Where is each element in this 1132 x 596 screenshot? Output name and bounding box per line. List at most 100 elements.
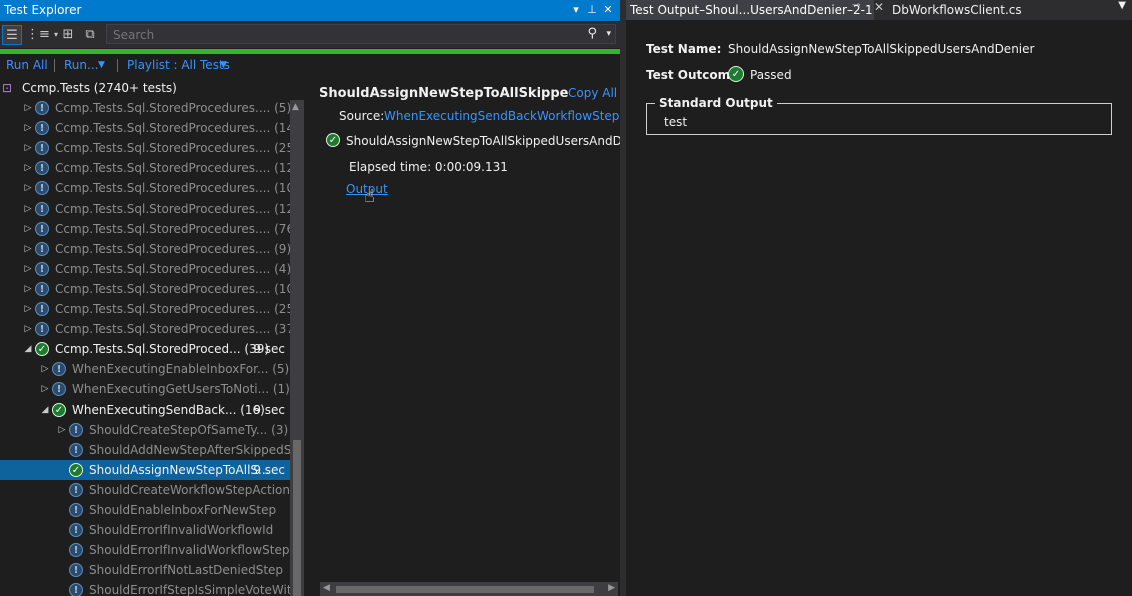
tree-row[interactable]: ▷! WhenExecutingGetUsersToNoti... (1) — [0, 379, 290, 399]
not-run-icon: ! — [69, 442, 83, 457]
tree-row[interactable]: ◢ ✓ Ccmp.Tests.Sql.StoredProced... (39) 9 s… — [0, 339, 290, 359]
tree-row[interactable]: ✓ ShouldAssignNewStepToAllS... 9 sec — [0, 459, 290, 480]
expand-icon[interactable]: ▷ — [22, 178, 34, 198]
expand-icon[interactable]: ▷ — [22, 158, 34, 178]
expand-icon[interactable]: ▷ — [22, 299, 34, 319]
window-dropdown-icon[interactable]: ▾ — [568, 2, 584, 18]
search-input[interactable] — [111, 26, 585, 44]
tree-root[interactable]: ⊡ Ccmp.Tests (2740+ tests) — [0, 78, 290, 98]
not-run-icon: ! — [35, 281, 49, 296]
tree-row-label: Ccmp.Tests.Sql.StoredProcedures.... (14) — [55, 121, 299, 136]
test-explorer-titlebar: Test Explorer ▾ ⊥ ✕ — [0, 0, 620, 21]
scroll-up-icon[interactable]: ▲ — [292, 102, 299, 112]
scroll-thumb[interactable] — [293, 440, 301, 596]
expand-icon[interactable]: ▷ — [22, 138, 34, 158]
run-dropdown-icon[interactable]: ▼ — [98, 60, 105, 70]
tree-row[interactable]: ! ShouldCreateWorkflowStepAction — [0, 480, 290, 500]
standard-output-label: Standard Output — [655, 96, 777, 110]
tree-row[interactable]: ▷! ShouldCreateStepOfSameTy... (3) — [0, 420, 290, 440]
close-icon[interactable]: ✕ — [874, 0, 884, 14]
search-icon[interactable]: ⚲ — [587, 26, 597, 41]
expand-icon[interactable]: ▷ — [22, 259, 34, 279]
tree-row[interactable]: ▷! Ccmp.Tests.Sql.StoredProcedures.... (1… — [0, 199, 299, 219]
tree-row-label: Ccmp.Tests.Sql.StoredProced... (39) — [55, 342, 270, 357]
pin-icon[interactable]: ⊸ — [852, 0, 860, 11]
collapse-all-icon[interactable]: ⧉ — [80, 25, 100, 45]
not-run-icon: ! — [69, 503, 83, 517]
playlist-dropdown-icon[interactable]: ▼ — [220, 60, 227, 70]
expand-icon[interactable]: ▷ — [22, 219, 34, 239]
collapse-icon[interactable]: ◢ — [39, 400, 51, 420]
tree-row[interactable]: ! ShouldErrorIfInvalidWorkflowId — [0, 520, 290, 540]
test-output-panel: Test Output–Shoul...UsersAndDenier–2-1 ⊸… — [626, 0, 1132, 596]
copy-all-link[interactable]: Copy All — [568, 86, 618, 100]
tree-row[interactable]: ▷! Ccmp.Tests.Sql.StoredProcedures.... (2… — [0, 299, 299, 319]
collapse-icon[interactable]: ◢ — [22, 339, 34, 359]
tree-row-label: Ccmp.Tests.Sql.StoredProcedures.... (76) — [55, 221, 299, 236]
tree-row-label: Ccmp.Tests.Sql.StoredProcedures.... (37) — [55, 322, 299, 337]
expand-icon[interactable]: ▷ — [22, 279, 34, 299]
playlist-dropdown-link[interactable]: Playlist : All Tests — [127, 58, 230, 72]
tree-row-label: ShouldCreateStepOfSameTy... (3) — [89, 422, 289, 437]
tree-row[interactable]: ◢ ✓ WhenExecutingSendBack... (16) 9 sec — [0, 400, 290, 420]
tree-row-label: Ccmp.Tests.Sql.StoredProcedures.... (9) — [55, 241, 292, 256]
tree-row[interactable]: ! ShouldErrorIfInvalidWorkflowStepId — [0, 540, 301, 560]
passed-icon: ✓ — [69, 462, 83, 477]
expand-icon[interactable]: ▷ — [39, 359, 51, 379]
standard-output-box: Standard Output test — [646, 96, 1112, 135]
tree-row[interactable]: ! ShouldAddNewStepAfterSkippedS... — [0, 440, 303, 460]
tree-row[interactable]: ▷! Ccmp.Tests.Sql.StoredProcedures.... (3… — [0, 319, 299, 339]
tab-db-workflows-client-label: DbWorkflowsClient.cs — [892, 3, 1022, 17]
tab-test-output[interactable]: Test Output–Shoul...UsersAndDenier–2-1 — [626, 0, 874, 20]
expand-icon[interactable]: ▷ — [22, 319, 34, 339]
run-all-link[interactable]: Run All — [6, 58, 48, 72]
tree-row-label: Ccmp.Tests.Sql.StoredProcedures.... (10) — [55, 281, 299, 296]
test-progress-bar — [0, 49, 620, 54]
source-link[interactable]: WhenExecutingSendBackWorkflowStep.cs lin… — [384, 109, 620, 123]
expand-icon[interactable]: ▷ — [22, 199, 34, 219]
expand-icon[interactable]: ▷ — [22, 98, 34, 118]
test-explorer-panel: Test Explorer ▾ ⊥ ✕ ☰ ⋮≡ ▾ ⊞ ⧉ ⚲ ▾ Run A… — [0, 0, 620, 596]
tree-row[interactable]: ▷! Ccmp.Tests.Sql.StoredProcedures.... (7… — [0, 219, 299, 239]
not-run-icon: ! — [69, 482, 83, 497]
group-by-icon[interactable]: ⋮≡ — [26, 25, 50, 45]
expand-icon[interactable]: ▷ — [56, 420, 68, 440]
not-run-icon: ! — [35, 181, 49, 196]
tree-row[interactable]: ▷! Ccmp.Tests.Sql.StoredProcedures.... (1… — [0, 279, 299, 299]
close-icon[interactable]: ✕ — [600, 2, 616, 18]
tree-row[interactable]: ▷! Ccmp.Tests.Sql.StoredProcedures.... (4… — [0, 259, 291, 279]
search-options-dropdown-icon[interactable]: ▾ — [606, 29, 611, 39]
hierarchy-view-icon[interactable]: ☰ — [2, 25, 22, 45]
tree-row[interactable]: ▷! Ccmp.Tests.Sql.StoredProcedures.... (1… — [0, 178, 299, 198]
expand-icon[interactable]: ▷ — [22, 118, 34, 138]
expand-icon[interactable]: ▷ — [39, 379, 51, 399]
tab-list-dropdown-icon[interactable]: ▼ — [1118, 0, 1126, 11]
not-run-icon: ! — [35, 302, 49, 316]
not-run-icon: ! — [35, 261, 49, 276]
not-run-icon: ! — [52, 382, 66, 397]
tree-row[interactable]: ! ShouldErrorIfStepIsSimpleVoteWit... — [0, 580, 303, 596]
tree-row[interactable]: ▷! Ccmp.Tests.Sql.StoredProcedures.... (1… — [0, 118, 299, 138]
search-box[interactable]: ⚲ ▾ — [106, 24, 616, 44]
tab-db-workflows-client[interactable]: DbWorkflowsClient.cs — [888, 0, 1026, 20]
tree-row[interactable]: ▷! WhenExecutingEnableInboxFor... (5) — [0, 359, 290, 379]
scroll-left-icon[interactable]: ◀ — [323, 583, 330, 593]
scroll-right-icon[interactable]: ▶ — [608, 583, 615, 593]
tree-row[interactable]: ▷! Ccmp.Tests.Sql.StoredProcedures.... (1… — [0, 158, 299, 178]
test-name-value: ShouldAssignNewStepToAllSkippedUsersAndD… — [728, 42, 1035, 56]
tree-row[interactable]: ! ShouldErrorIfNotLastDeniedStep — [0, 560, 290, 580]
detail-horizontal-scrollbar[interactable]: ◀ ▶ — [320, 582, 618, 596]
scroll-thumb[interactable] — [336, 586, 594, 593]
tree-row[interactable]: ! ShouldEnableInboxForNewStep — [0, 500, 290, 520]
run-dropdown-link[interactable]: Run... — [64, 58, 98, 72]
test-tree: ⊡ Ccmp.Tests (2740+ tests) ▷! Ccmp.Tests.… — [0, 78, 306, 596]
tree-row[interactable]: ▷! Ccmp.Tests.Sql.StoredProcedures.... (2… — [0, 138, 299, 158]
tree-row[interactable]: ▷! Ccmp.Tests.Sql.StoredProcedures.... (5… — [0, 98, 291, 118]
tree-row[interactable]: ▷! Ccmp.Tests.Sql.StoredProcedures.... (9… — [0, 239, 292, 259]
expand-all-icon[interactable]: ⊞ — [58, 25, 78, 45]
expand-icon[interactable]: ▷ — [22, 239, 34, 259]
not-run-icon: ! — [69, 523, 83, 538]
pin-icon[interactable]: ⊥ — [584, 2, 600, 18]
tree-vertical-scrollbar[interactable]: ▲ — [290, 100, 304, 596]
tree-row-duration: 9 sec — [253, 342, 285, 357]
